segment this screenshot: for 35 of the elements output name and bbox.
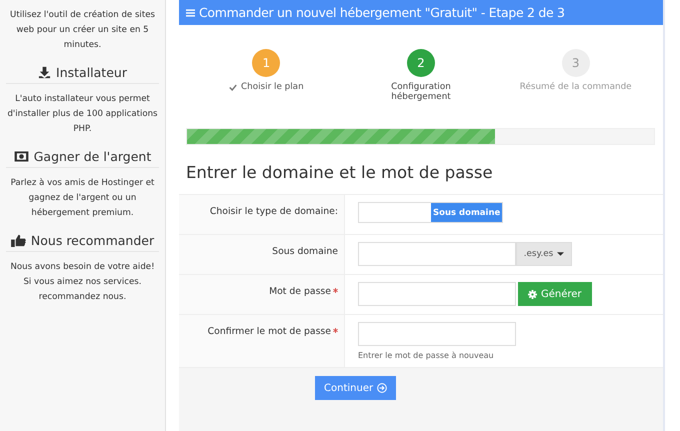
step-label: Configuration hébergement bbox=[390, 82, 452, 102]
domain-suffix-dropdown[interactable]: .esy.es bbox=[516, 242, 572, 266]
section-title: Gagner de l'argent bbox=[34, 149, 152, 164]
intro-text: Utilisez l'outil de création de sites web pour un créer un site en 5 minutes. bbox=[9, 9, 156, 52]
panel-title: Commander un nouvel hébergement "Gratuit" - Etape 2 de 3 bbox=[199, 5, 565, 20]
step-number: 1 bbox=[252, 49, 280, 77]
field-label: Confirmer le mot de passe bbox=[208, 326, 331, 337]
section-text: Parlez à vos amis de Hostinger et gagnez de l'argent ou un hébergement premium. bbox=[10, 177, 156, 220]
input-field[interactable] bbox=[358, 282, 516, 306]
section-title: Installateur bbox=[56, 65, 127, 80]
caret-icon bbox=[557, 252, 564, 256]
continue-button[interactable]: Continuer bbox=[315, 376, 396, 400]
field-label: Choisir le type de domaine: bbox=[210, 206, 338, 217]
menu-icon bbox=[186, 8, 195, 16]
input-field[interactable] bbox=[358, 242, 516, 266]
domain-type-toggle[interactable]: Sous domaine bbox=[358, 202, 504, 223]
section-title: Nous recommander bbox=[30, 233, 154, 248]
field-label: Sous domaine bbox=[272, 246, 338, 257]
step-number: 3 bbox=[562, 49, 590, 77]
step-label: Choisir le plan bbox=[241, 82, 304, 92]
generate-button[interactable]: Générer bbox=[518, 282, 592, 306]
step-number: 2 bbox=[407, 49, 435, 77]
banknote-icon bbox=[14, 151, 29, 162]
step-label: Résumé de la commande bbox=[520, 82, 632, 92]
field-label: Mot de passe bbox=[269, 286, 331, 297]
help-text: Entrer le mot de passe à nouveau bbox=[358, 351, 495, 360]
download-icon bbox=[38, 66, 52, 79]
section-text: Nous avons besoin de votre aide! Si vous aimez nos services. recommandez nous. bbox=[9, 261, 156, 304]
form-heading: Entrer le domaine et le mot de passe bbox=[186, 163, 494, 182]
arrow-circle-icon bbox=[377, 383, 388, 393]
section-text: L'auto installateur vous permet d'installer plus de 100 applications PHP. bbox=[6, 93, 159, 136]
gear-icon bbox=[528, 290, 537, 298]
thumbs-up-icon bbox=[10, 234, 26, 247]
check-icon bbox=[229, 84, 238, 91]
input-field[interactable] bbox=[358, 322, 516, 346]
